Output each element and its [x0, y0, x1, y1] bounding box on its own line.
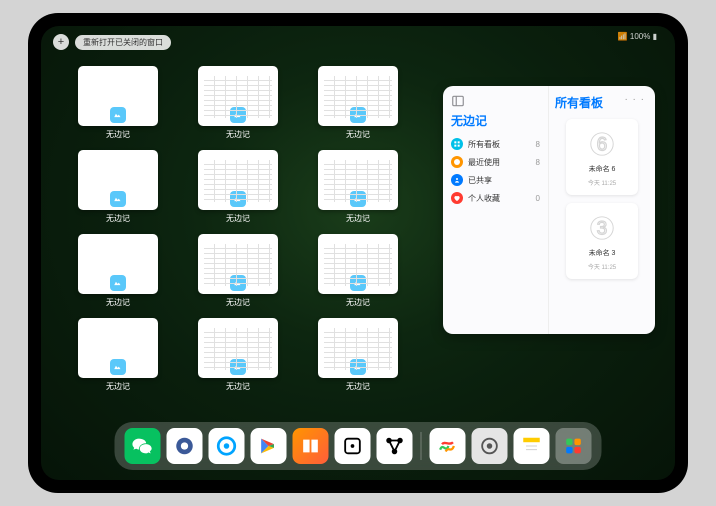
- window-thumbnail: [318, 66, 398, 126]
- app-badge-icon: [350, 107, 366, 123]
- window-label: 无边记: [106, 381, 130, 392]
- app-window[interactable]: 无边记: [301, 150, 415, 224]
- dock-app-wechat[interactable]: [125, 428, 161, 464]
- window-thumbnail: [198, 318, 278, 378]
- app-badge-icon: [350, 191, 366, 207]
- board-name: 未命名 3: [589, 248, 616, 258]
- dock-separator: [421, 432, 422, 460]
- app-window[interactable]: 无边记: [301, 66, 415, 140]
- people-icon: [451, 174, 463, 186]
- window-label: 无边记: [106, 213, 130, 224]
- board-card[interactable]: 6 未命名 6 今天 11:25: [566, 119, 638, 195]
- window-thumbnail: [198, 66, 278, 126]
- window-label: 无边记: [346, 381, 370, 392]
- sketch-icon: 3: [586, 212, 618, 244]
- grid-icon: [451, 138, 463, 150]
- sidebar-item[interactable]: 已共享: [451, 171, 540, 189]
- app-window[interactable]: 无边记: [301, 318, 415, 392]
- dock-app-quark[interactable]: [167, 428, 203, 464]
- window-thumbnail: [318, 234, 398, 294]
- app-window[interactable]: 无边记: [61, 318, 175, 392]
- app-window[interactable]: 无边记: [181, 66, 295, 140]
- app-badge-icon: [230, 107, 246, 123]
- board-time: 今天 11:25: [588, 178, 616, 187]
- app-window[interactable]: 无边记: [61, 66, 175, 140]
- app-badge-icon: [110, 191, 126, 207]
- window-thumbnail: [198, 150, 278, 210]
- app-badge-icon: [110, 107, 126, 123]
- app-window[interactable]: 无边记: [301, 234, 415, 308]
- dock-app-books[interactable]: [293, 428, 329, 464]
- ipad-frame: 📶 100% ▮ + 重新打开已关闭的窗口 无边记无边记无边记无边记无边记无边记…: [28, 13, 688, 493]
- window-thumbnail: [78, 234, 158, 294]
- window-label: 无边记: [226, 381, 250, 392]
- svg-text:6: 6: [597, 134, 608, 155]
- status-bar: 📶 100% ▮: [618, 32, 657, 41]
- top-bar: + 重新打开已关闭的窗口: [53, 34, 171, 50]
- app-badge-icon: [230, 275, 246, 291]
- window-label: 无边记: [346, 297, 370, 308]
- board-card[interactable]: 3 未命名 3 今天 11:25: [566, 203, 638, 279]
- sidebar-item[interactable]: 最近使用 8: [451, 153, 540, 171]
- screen: 📶 100% ▮ + 重新打开已关闭的窗口 无边记无边记无边记无边记无边记无边记…: [41, 26, 675, 480]
- window-thumbnail: [318, 318, 398, 378]
- window-label: 无边记: [346, 213, 370, 224]
- svg-text:3: 3: [597, 218, 608, 239]
- dock-app-play[interactable]: [251, 428, 287, 464]
- window-thumbnail: [318, 150, 398, 210]
- dock-app-freeform[interactable]: [430, 428, 466, 464]
- sidebar-item-label: 个人收藏: [468, 193, 500, 204]
- sidebar-item-count: 0: [536, 194, 540, 203]
- sidebar-item-count: 8: [536, 158, 540, 167]
- board-name: 未命名 6: [589, 164, 616, 174]
- dock-app-appgroup[interactable]: [556, 428, 592, 464]
- window-label: 无边记: [226, 129, 250, 140]
- panel-icon: [451, 94, 465, 108]
- dock-app-dice[interactable]: [335, 428, 371, 464]
- popup-right: · · · 所有看板 6未命名 6今天 11:253未命名 3今天 11:25: [549, 86, 655, 334]
- popup-left: 无边记 所有看板 8 最近使用 8 已共享个人收藏 0: [443, 86, 549, 334]
- app-badge-icon: [350, 275, 366, 291]
- app-window[interactable]: 无边记: [181, 318, 295, 392]
- heart-icon: [451, 192, 463, 204]
- app-window[interactable]: 无边记: [61, 150, 175, 224]
- window-thumbnail: [198, 234, 278, 294]
- app-window[interactable]: 无边记: [61, 234, 175, 308]
- app-window[interactable]: 无边记: [181, 234, 295, 308]
- app-badge-icon: [230, 191, 246, 207]
- sketch-icon: 6: [586, 128, 618, 160]
- window-label: 无边记: [226, 297, 250, 308]
- app-badge-icon: [110, 359, 126, 375]
- more-icon[interactable]: · · ·: [624, 94, 645, 105]
- app-badge-icon: [110, 275, 126, 291]
- dock-app-qqbrowser[interactable]: [209, 428, 245, 464]
- sidebar-item-count: 8: [536, 140, 540, 149]
- new-window-button[interactable]: +: [53, 34, 69, 50]
- window-label: 无边记: [106, 297, 130, 308]
- reopen-window-button[interactable]: 重新打开已关闭的窗口: [75, 35, 171, 50]
- sidebar-item-label: 所有看板: [468, 139, 500, 150]
- clock-icon: [451, 156, 463, 168]
- sidebar-item-label: 最近使用: [468, 157, 500, 168]
- sidebar-item[interactable]: 个人收藏 0: [451, 189, 540, 207]
- window-label: 无边记: [346, 129, 370, 140]
- window-label: 无边记: [106, 129, 130, 140]
- sidebar-item[interactable]: 所有看板 8: [451, 135, 540, 153]
- board-time: 今天 11:25: [588, 262, 616, 271]
- window-thumbnail: [78, 318, 158, 378]
- dock-app-settings[interactable]: [472, 428, 508, 464]
- dock-app-notes[interactable]: [514, 428, 550, 464]
- window-thumbnail: [78, 150, 158, 210]
- window-grid: 无边记无边记无边记无边记无边记无边记无边记无边记无边记无边记无边记无边记: [61, 66, 421, 392]
- app-window[interactable]: 无边记: [181, 150, 295, 224]
- sidebar-item-label: 已共享: [468, 175, 492, 186]
- app-badge-icon: [230, 359, 246, 375]
- dock: [115, 422, 602, 470]
- window-label: 无边记: [226, 213, 250, 224]
- sidebar-popup: 无边记 所有看板 8 最近使用 8 已共享个人收藏 0 · · · 所有看板 6 未命名 6…: [443, 86, 655, 334]
- dock-app-graph[interactable]: [377, 428, 413, 464]
- window-thumbnail: [78, 66, 158, 126]
- app-badge-icon: [350, 359, 366, 375]
- popup-left-title: 无边记: [451, 112, 540, 129]
